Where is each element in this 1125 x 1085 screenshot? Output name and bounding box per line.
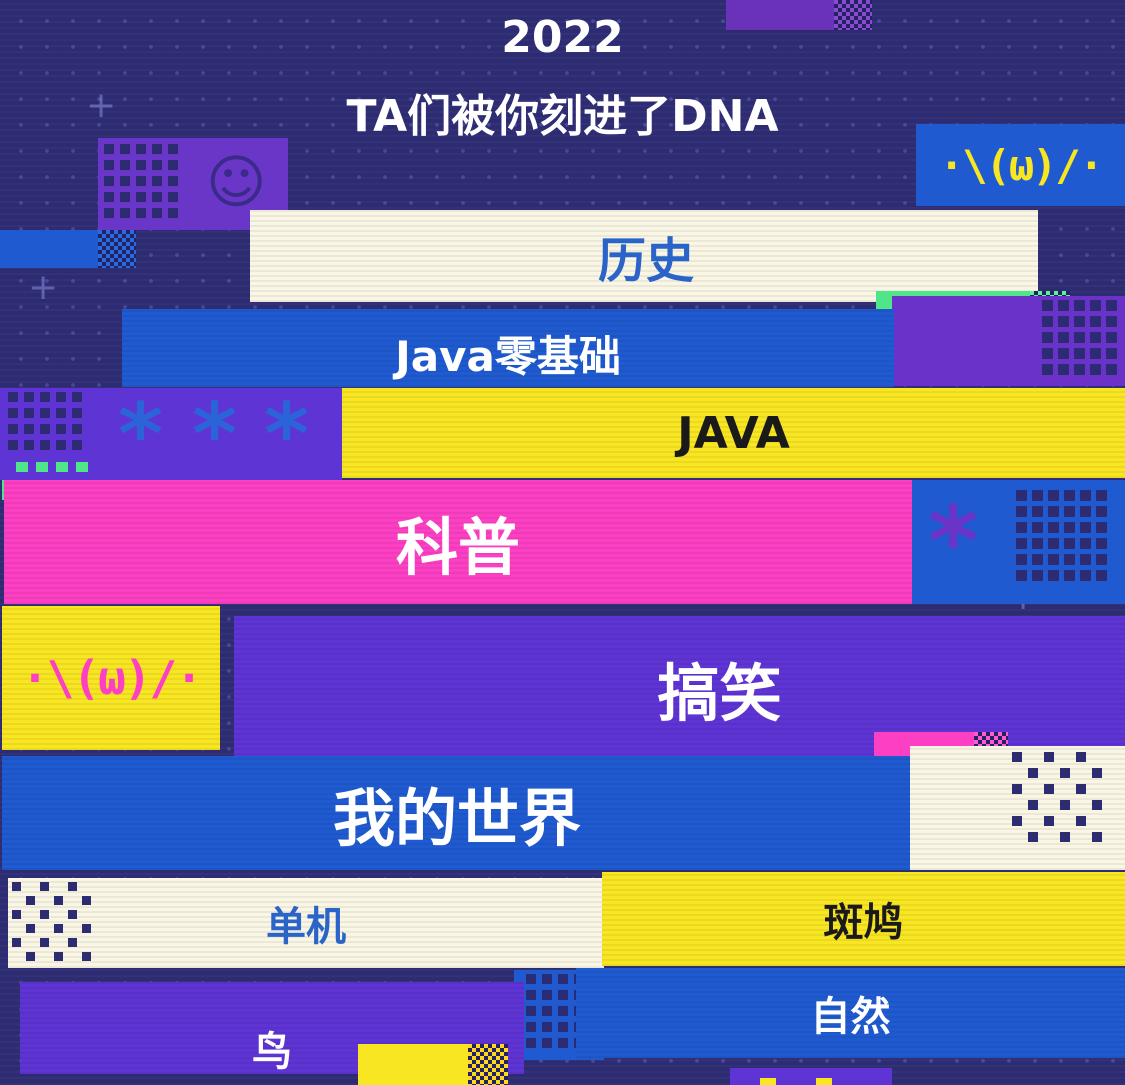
tag-java[interactable]: JAVA (342, 388, 1125, 478)
checker-pattern (1042, 300, 1117, 375)
kaomoji-face-icon: ·\(ω)/· (938, 140, 1104, 190)
smiley-icon: ☺ (206, 148, 267, 216)
kaomoji-tile-blue: ·\(ω)/· (916, 124, 1125, 206)
tag-java-beginner[interactable]: Java零基础 (122, 309, 894, 387)
asterisk-icon: * (928, 486, 979, 598)
checker-pattern (12, 882, 91, 961)
green-dots (16, 462, 88, 472)
tag-minecraft[interactable]: 我的世界 (2, 756, 912, 870)
tag-label: 单机 (266, 904, 346, 950)
tag-label: 搞笑 (657, 657, 782, 730)
checker-pattern (1016, 490, 1107, 581)
tag-label: Java零基础 (395, 331, 621, 381)
page-year: 2022 (501, 12, 624, 63)
checker-pattern (104, 144, 178, 218)
tag-turtledove[interactable]: 斑鸠 (602, 872, 1125, 966)
tag-label: 斑鸠 (823, 900, 904, 946)
kaomoji-tile-yellow: ·\(ω)/· (2, 606, 220, 750)
tag-science[interactable]: 科普 (4, 480, 912, 604)
asterisk-icon: * (192, 385, 237, 485)
tag-label: JAVA (677, 407, 790, 459)
tag-label: 自然 (810, 994, 891, 1040)
tag-label: 我的世界 (332, 782, 581, 855)
tag-single-player[interactable]: 单机 (8, 878, 604, 968)
bottom-checker-patch (468, 1044, 508, 1085)
asterisk-icon: * (118, 385, 163, 485)
checker-pattern (8, 392, 82, 450)
tag-label: 科普 (395, 511, 520, 584)
kaomoji-face-icon: ·\(ω)/· (21, 651, 203, 705)
asterisk-icon: * (264, 385, 309, 485)
checker-pattern (1012, 752, 1102, 842)
plus-decoration-icon: + (28, 267, 59, 308)
tag-history[interactable]: 历史 (250, 210, 1038, 302)
left-checker-patch (98, 230, 136, 268)
bottom-yellow-dots (760, 1078, 832, 1085)
tag-nature[interactable]: 自然 (576, 968, 1125, 1058)
tag-label: 历史 (597, 233, 694, 289)
tag-label: 鸟 (252, 1029, 292, 1075)
